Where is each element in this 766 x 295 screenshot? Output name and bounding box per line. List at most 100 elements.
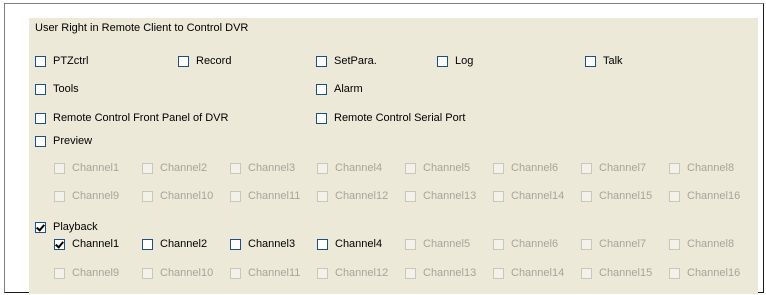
playback-channel-checkbox[interactable]: Channel13 <box>405 266 476 280</box>
preview-channel-checkbox[interactable]: Channel6 <box>493 161 558 175</box>
checkbox-box[interactable] <box>54 190 65 202</box>
playback-channel-checkbox[interactable]: Channel9 <box>54 266 119 280</box>
preview-channel-checkbox[interactable]: Channel12 <box>317 189 388 203</box>
playback-channel-checkbox[interactable]: Channel14 <box>493 266 564 280</box>
playback-channel-checkbox[interactable]: Channel3 <box>230 237 295 251</box>
checkbox-box[interactable] <box>581 162 592 174</box>
playback-channel-checkbox[interactable]: Channel8 <box>669 237 734 251</box>
log-checkbox[interactable]: Log <box>437 54 473 68</box>
playback-channel-checkbox[interactable]: Channel7 <box>581 237 646 251</box>
checkbox-box[interactable] <box>405 238 416 250</box>
checkbox-box[interactable] <box>669 162 680 174</box>
channel-label: Channel3 <box>248 238 296 250</box>
checkbox-box[interactable] <box>493 162 504 174</box>
checkbox-box[interactable] <box>405 162 416 174</box>
preview-channel-checkbox[interactable]: Channel7 <box>581 161 646 175</box>
checkbox-box[interactable] <box>581 238 592 250</box>
checkbox-box[interactable] <box>54 162 65 174</box>
playback-channel-checkbox[interactable]: Channel4 <box>317 237 382 251</box>
checkbox-box[interactable] <box>669 190 680 202</box>
preview-channel-checkbox[interactable]: Channel4 <box>317 161 382 175</box>
checkbox-box[interactable] <box>230 238 241 250</box>
playback-channel-checkbox[interactable]: Channel16 <box>669 266 740 280</box>
checkbox-box[interactable] <box>35 83 46 95</box>
checkmark-icon <box>36 221 45 232</box>
checkbox-box[interactable] <box>230 190 241 202</box>
checkbox-box[interactable] <box>316 55 327 67</box>
checkbox-box[interactable] <box>35 55 46 67</box>
checkbox-box[interactable] <box>437 55 448 67</box>
channel-label: Channel9 <box>72 190 120 202</box>
playback-channel-checkbox[interactable]: Channel2 <box>142 237 207 251</box>
ptzctrl-checkbox[interactable]: PTZctrl <box>35 54 88 68</box>
preview-channel-checkbox[interactable]: Channel2 <box>142 161 207 175</box>
tools-checkbox[interactable]: Tools <box>35 82 79 96</box>
preview-channel-checkbox[interactable]: Channel8 <box>669 161 734 175</box>
channel-label: Channel9 <box>72 267 120 279</box>
preview-checkbox[interactable]: Preview <box>35 134 92 148</box>
checkbox-box[interactable] <box>35 112 46 124</box>
channel-label: Channel8 <box>687 162 735 174</box>
playback-channel-checkbox[interactable]: Channel15 <box>581 266 652 280</box>
playback-channel-checkbox[interactable]: Channel11 <box>230 266 300 280</box>
channel-label: Channel14 <box>511 190 565 202</box>
checkbox-box[interactable] <box>230 267 241 279</box>
preview-channel-checkbox[interactable]: Channel11 <box>230 189 300 203</box>
checkbox-box[interactable] <box>54 267 65 279</box>
preview-label: Preview <box>53 135 93 147</box>
checkbox-box[interactable] <box>317 162 328 174</box>
serial-port-checkbox[interactable]: Remote Control Serial Port <box>316 111 465 125</box>
playback-channel-checkbox[interactable]: Channel5 <box>405 237 470 251</box>
checkbox-box[interactable] <box>493 238 504 250</box>
checkbox-box[interactable] <box>585 55 596 67</box>
checkbox-box[interactable] <box>142 267 153 279</box>
playback-channel-checkbox[interactable]: Channel6 <box>493 237 558 251</box>
record-checkbox[interactable]: Record <box>178 54 231 68</box>
checkbox-box[interactable] <box>405 190 416 202</box>
playback-channel-checkbox[interactable]: Channel1 <box>54 237 119 251</box>
checkbox-box[interactable] <box>178 55 189 67</box>
checkbox-box[interactable] <box>581 190 592 202</box>
checkmark-icon <box>55 238 64 249</box>
checkbox-box[interactable] <box>35 221 46 233</box>
checkbox-box[interactable] <box>493 267 504 279</box>
talk-checkbox[interactable]: Talk <box>585 54 623 68</box>
alarm-checkbox[interactable]: Alarm <box>316 82 363 96</box>
checkbox-box[interactable] <box>35 135 46 147</box>
preview-channel-checkbox[interactable]: Channel10 <box>142 189 213 203</box>
checkbox-box[interactable] <box>317 190 328 202</box>
checkbox-box[interactable] <box>317 238 328 250</box>
preview-channel-checkbox[interactable]: Channel16 <box>669 189 740 203</box>
setpara-checkbox[interactable]: SetPara. <box>316 54 377 68</box>
checkbox-box[interactable] <box>317 267 328 279</box>
checkbox-box[interactable] <box>581 267 592 279</box>
checkbox-box[interactable] <box>316 83 327 95</box>
checkbox-box[interactable] <box>405 267 416 279</box>
channel-label: Channel6 <box>511 238 559 250</box>
checkbox-box[interactable] <box>669 238 680 250</box>
checkbox-box[interactable] <box>142 238 153 250</box>
channel-label: Channel10 <box>160 267 214 279</box>
playback-channel-checkbox[interactable]: Channel10 <box>142 266 213 280</box>
front-panel-checkbox[interactable]: Remote Control Front Panel of DVR <box>35 111 228 125</box>
checkbox-box[interactable] <box>669 267 680 279</box>
preview-channel-checkbox[interactable]: Channel14 <box>493 189 564 203</box>
checkbox-box[interactable] <box>142 162 153 174</box>
checkbox-box[interactable] <box>316 112 327 124</box>
channel-label: Channel11 <box>248 267 301 279</box>
preview-channel-checkbox[interactable]: Channel3 <box>230 161 295 175</box>
checkbox-box[interactable] <box>142 190 153 202</box>
checkbox-box[interactable] <box>230 162 241 174</box>
channel-label: Channel5 <box>423 162 471 174</box>
channel-label: Channel7 <box>599 238 647 250</box>
log-label: Log <box>455 55 474 67</box>
playback-checkbox[interactable]: Playback <box>35 220 98 234</box>
preview-channel-checkbox[interactable]: Channel9 <box>54 189 119 203</box>
checkbox-box[interactable] <box>54 238 65 250</box>
checkbox-box[interactable] <box>493 190 504 202</box>
preview-channel-checkbox[interactable]: Channel5 <box>405 161 470 175</box>
preview-channel-checkbox[interactable]: Channel1 <box>54 161 119 175</box>
preview-channel-checkbox[interactable]: Channel13 <box>405 189 476 203</box>
preview-channel-checkbox[interactable]: Channel15 <box>581 189 652 203</box>
playback-channel-checkbox[interactable]: Channel12 <box>317 266 388 280</box>
